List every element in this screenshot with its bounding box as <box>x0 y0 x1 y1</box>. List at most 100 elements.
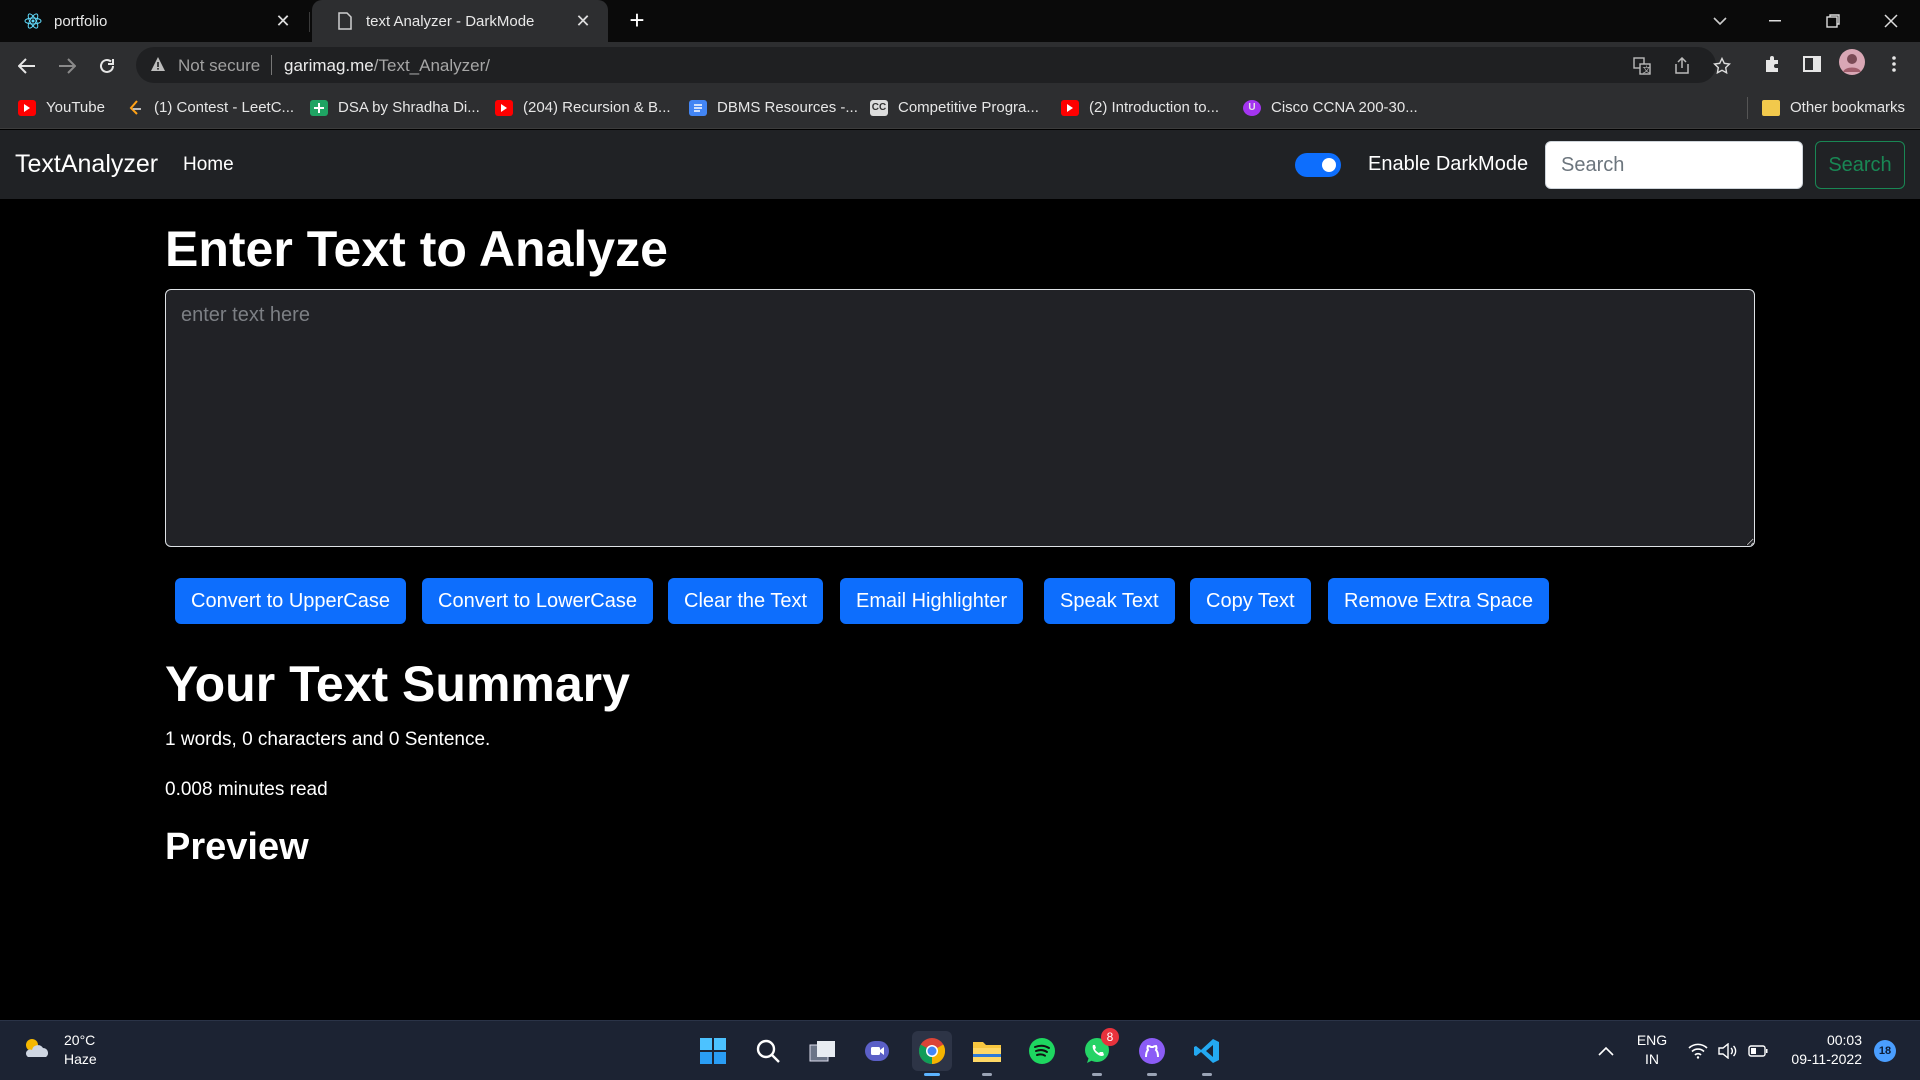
running-indicator <box>982 1073 992 1076</box>
extensions-puzzle-icon[interactable] <box>1758 50 1786 78</box>
bookmark-label: (2) Introduction to... <box>1089 99 1220 116</box>
vscode-icon[interactable] <box>1187 1031 1227 1076</box>
notification-badge: 8 <box>1101 1028 1119 1046</box>
bookmark-dsa[interactable]: DSA by Shradha Di... <box>310 99 480 116</box>
running-indicator <box>1147 1073 1157 1076</box>
youtube-icon <box>1061 99 1079 116</box>
wifi-icon[interactable] <box>1682 1031 1714 1071</box>
minimize-icon[interactable] <box>1748 0 1802 42</box>
other-bookmarks[interactable]: Other bookmarks <box>1762 99 1905 116</box>
copy-text-button[interactable]: Copy Text <box>1190 578 1311 624</box>
bookmark-dbms[interactable]: DBMS Resources -... <box>689 99 858 116</box>
windows-start-icon[interactable] <box>693 1031 733 1071</box>
clock-time: 00:03 <box>1826 1032 1862 1048</box>
weather-widget[interactable]: 20°C Haze <box>20 1031 97 1069</box>
translate-icon[interactable]: 文 <box>1631 55 1653 77</box>
tab-divider <box>309 12 310 32</box>
tab-title: text Analyzer - DarkMode <box>366 12 535 30</box>
bookmark-label: (204) Recursion & B... <box>523 99 671 116</box>
browser-tab-portfolio[interactable]: portfolio ✕ <box>0 0 308 42</box>
forward-arrow-icon[interactable] <box>51 50 83 82</box>
share-icon[interactable] <box>1671 55 1693 77</box>
notification-center-badge[interactable]: 18 <box>1874 1040 1896 1062</box>
address-bar[interactable]: Not secure garimag.me/Text_Analyzer/ 文 <box>136 47 1731 83</box>
bookmark-label: (1) Contest - LeetC... <box>154 99 295 116</box>
youtube-icon <box>18 99 36 116</box>
app-navbar: TextAnalyzer Home Enable DarkMode Search <box>0 130 1920 199</box>
security-status[interactable]: Not secure <box>178 56 260 76</box>
react-icon <box>24 12 42 30</box>
back-arrow-icon[interactable] <box>11 50 43 82</box>
summary-counts: 1 words, 0 characters and 0 Sentence. <box>165 729 491 750</box>
search-button[interactable]: Search <box>1815 141 1905 189</box>
new-tab-button[interactable]: + <box>624 7 650 34</box>
bookmark-leetcode[interactable]: (1) Contest - LeetC... <box>126 99 294 116</box>
task-view-icon[interactable] <box>803 1031 843 1071</box>
running-indicator <box>924 1073 940 1076</box>
tab-title: portfolio <box>54 12 108 30</box>
summary-heading: Your Text Summary <box>165 656 630 712</box>
chevron-up-icon[interactable] <box>1588 1031 1624 1071</box>
restore-icon[interactable] <box>1806 0 1860 42</box>
search-icon[interactable] <box>748 1031 788 1071</box>
nav-home-link[interactable]: Home <box>183 154 234 176</box>
udemy-icon: U <box>1243 99 1261 116</box>
clock[interactable]: 00:03 09-11-2022 <box>1778 1031 1862 1069</box>
bookmark-label: DSA by Shradha Di... <box>338 99 480 116</box>
bookmark-cisco[interactable]: U Cisco CCNA 200-30... <box>1243 99 1418 116</box>
file-explorer-icon[interactable] <box>967 1031 1007 1076</box>
bookmark-label: Competitive Progra... <box>898 99 1039 116</box>
warning-icon <box>150 56 166 77</box>
email-highlighter-button[interactable]: Email Highlighter <box>840 578 1024 624</box>
docs-icon <box>689 99 707 116</box>
battery-icon[interactable] <box>1742 1031 1774 1071</box>
svg-text:文: 文 <box>1643 65 1651 75</box>
whatsapp-icon[interactable]: 8 <box>1077 1028 1119 1076</box>
url-path: /Text_Analyzer/ <box>373 56 490 75</box>
bookmark-star-icon[interactable] <box>1711 55 1733 77</box>
bookmark-label: YouTube <box>46 99 105 116</box>
chrome-icon[interactable] <box>912 1031 952 1076</box>
clear-text-button[interactable]: Clear the Text <box>668 578 824 624</box>
language-code: ENG <box>1636 1032 1668 1048</box>
app-brand[interactable]: TextAnalyzer <box>15 150 158 179</box>
dark-mode-toggle[interactable] <box>1295 153 1341 177</box>
language-indicator[interactable]: ENG IN <box>1632 1031 1672 1069</box>
close-tab-icon[interactable]: ✕ <box>572 10 594 32</box>
bookmark-recursion[interactable]: (204) Recursion & B... <box>495 99 671 116</box>
toggle-knob <box>1322 158 1336 172</box>
uppercase-button[interactable]: Convert to UpperCase <box>175 578 406 624</box>
clock-date: 09-11-2022 <box>1791 1051 1862 1067</box>
weather-desc: Haze <box>64 1051 97 1067</box>
close-tab-icon[interactable]: ✕ <box>272 10 294 32</box>
github-desktop-icon[interactable] <box>1132 1031 1172 1076</box>
divider <box>271 55 272 75</box>
speak-text-button[interactable]: Speak Text <box>1044 578 1175 624</box>
youtube-icon <box>495 99 513 116</box>
volume-icon[interactable] <box>1712 1031 1744 1071</box>
preview-heading: Preview <box>165 826 309 868</box>
search-input[interactable] <box>1545 141 1803 189</box>
teams-chat-icon[interactable] <box>857 1031 897 1071</box>
close-window-icon[interactable] <box>1864 0 1918 42</box>
tab-search-icon[interactable] <box>1693 0 1747 42</box>
bookmark-introduction[interactable]: (2) Introduction to... <box>1061 99 1219 116</box>
url-text[interactable]: garimag.me/Text_Analyzer/ <box>284 56 490 76</box>
bookmark-competitive[interactable]: CC Competitive Progra... <box>870 99 1039 116</box>
reload-icon[interactable] <box>91 50 123 82</box>
browser-tab-text-analyzer[interactable]: text Analyzer - DarkMode ✕ <box>312 0 608 42</box>
bookmark-label: DBMS Resources -... <box>717 99 858 116</box>
browser-toolbar: Not secure garimag.me/Text_Analyzer/ 文 <box>0 42 1920 89</box>
remove-extra-space-button[interactable]: Remove Extra Space <box>1328 578 1549 624</box>
running-indicator <box>1202 1073 1212 1076</box>
side-panel-icon[interactable] <box>1798 50 1826 78</box>
text-input-area[interactable] <box>165 289 1755 547</box>
profile-avatar[interactable] <box>1838 48 1866 76</box>
folder-icon <box>1762 99 1780 116</box>
lowercase-button[interactable]: Convert to LowerCase <box>422 578 653 624</box>
bookmark-youtube[interactable]: YouTube <box>18 99 105 116</box>
spotify-icon[interactable] <box>1022 1031 1062 1071</box>
leetcode-icon <box>126 99 144 116</box>
weather-text: 20°C Haze <box>64 1031 97 1069</box>
more-menu-icon[interactable] <box>1880 50 1908 78</box>
